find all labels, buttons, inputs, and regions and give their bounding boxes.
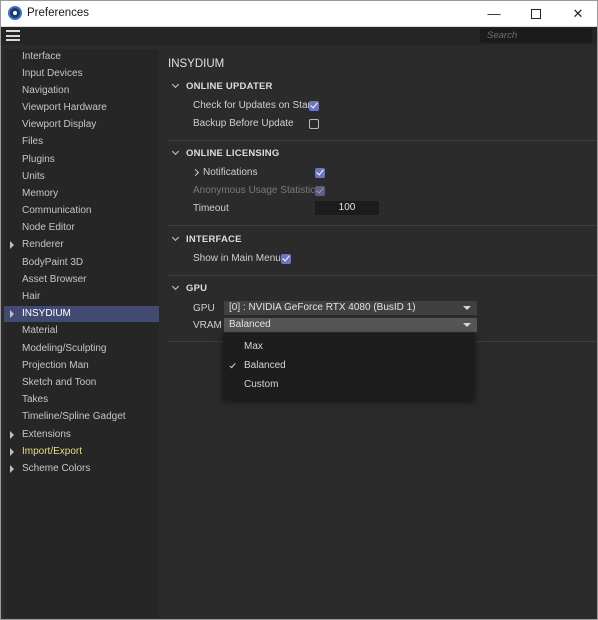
anonymous-usage-label: Anonymous Usage Statistics	[193, 185, 321, 196]
toolbar	[0, 27, 598, 45]
maximize-button[interactable]	[516, 0, 556, 27]
minimize-button[interactable]: —	[474, 0, 514, 27]
show-in-main-menu-checkbox[interactable]	[281, 254, 291, 264]
timeout-label: Timeout	[193, 203, 229, 214]
sidebar-item-sketch-and-toon[interactable]: Sketch and Toon	[4, 375, 159, 391]
expand-arrow-icon[interactable]	[10, 431, 14, 439]
vram-label: VRAM	[193, 320, 222, 331]
sidebar-item-import-export[interactable]: Import/Export	[4, 444, 159, 460]
sidebar-item-viewport-display[interactable]: Viewport Display	[4, 117, 159, 133]
expand-arrow-icon[interactable]	[10, 448, 14, 456]
sidebar-item-takes[interactable]: Takes	[4, 392, 159, 408]
sidebar-item-asset-browser[interactable]: Asset Browser	[4, 272, 159, 288]
sidebar-item-units[interactable]: Units	[4, 169, 159, 185]
close-icon: ✕	[572, 6, 584, 21]
sidebar-item-files[interactable]: Files	[4, 134, 159, 150]
check-updates-label: Check for Updates on Start	[193, 100, 314, 111]
vram-option-balanced[interactable]: Balanced	[223, 357, 475, 375]
sidebar-item-extensions[interactable]: Extensions	[4, 427, 159, 443]
backup-label: Backup Before Update	[193, 118, 294, 129]
cinema4d-app-icon	[8, 6, 22, 20]
section-divider	[167, 140, 598, 141]
chevron-down-icon[interactable]	[173, 235, 180, 242]
check-updates-checkbox[interactable]	[309, 101, 319, 111]
sidebar-item-viewport-hardware[interactable]: Viewport Hardware	[4, 100, 159, 116]
sidebar-item-memory[interactable]: Memory	[4, 186, 159, 202]
backup-checkbox[interactable]	[309, 119, 319, 129]
sidebar-item-bodypaint-3d[interactable]: BodyPaint 3D	[4, 255, 159, 271]
hamburger-menu-icon[interactable]	[6, 30, 20, 41]
sidebar-item-projection-man[interactable]: Projection Man	[4, 358, 159, 374]
sidebar-item-plugins[interactable]: Plugins	[4, 152, 159, 168]
section-online-updater-title[interactable]: ONLINE UPDATER	[186, 81, 273, 92]
chevron-down-icon	[463, 323, 471, 327]
sidebar-item-navigation[interactable]: Navigation	[4, 83, 159, 99]
sidebar-item-hair[interactable]: Hair	[4, 289, 159, 305]
window-title: Preferences	[27, 7, 90, 19]
sidebar-item-communication[interactable]: Communication	[4, 203, 159, 219]
vram-select[interactable]: Balanced	[224, 318, 477, 332]
chevron-right-icon[interactable]	[191, 168, 200, 177]
close-button[interactable]: ✕	[558, 0, 598, 27]
sidebar-item-timeline-spline-gadget[interactable]: Timeline/Spline Gadget	[4, 409, 159, 425]
notifications-checkbox[interactable]	[315, 168, 325, 178]
sidebar-item-modeling-sculpting[interactable]: Modeling/Sculpting	[4, 341, 159, 357]
sidebar: Interface Input Devices Navigation Viewp…	[4, 49, 159, 617]
anonymous-usage-checkbox	[315, 186, 325, 196]
sidebar-item-insydium[interactable]: INSYDIUM	[4, 306, 159, 322]
checkmark-icon	[229, 361, 236, 369]
section-divider	[167, 275, 598, 276]
vram-dropdown-menu: Max Balanced Custom	[223, 333, 475, 400]
section-divider	[167, 225, 598, 226]
expand-arrow-icon[interactable]	[10, 310, 14, 318]
sidebar-item-node-editor[interactable]: Node Editor	[4, 220, 159, 236]
notifications-label[interactable]: Notifications	[203, 167, 257, 178]
chevron-down-icon[interactable]	[173, 82, 180, 89]
gpu-select[interactable]: [0] : NVIDIA GeForce RTX 4080 (BusID 1)	[224, 301, 477, 315]
timeout-field[interactable]: 100	[315, 201, 379, 215]
title-bar: Preferences — ✕	[0, 0, 598, 27]
sidebar-item-renderer[interactable]: Renderer	[4, 237, 159, 253]
show-in-main-menu-label: Show in Main Menu	[193, 253, 281, 264]
expand-arrow-icon[interactable]	[10, 465, 14, 473]
sidebar-item-scheme-colors[interactable]: Scheme Colors	[4, 461, 159, 477]
vram-option-custom[interactable]: Custom	[223, 376, 475, 394]
chevron-down-icon[interactable]	[173, 284, 180, 291]
sidebar-item-input-devices[interactable]: Input Devices	[4, 66, 159, 82]
chevron-down-icon	[463, 306, 471, 310]
sidebar-item-interface[interactable]: Interface	[4, 49, 159, 65]
vram-option-max[interactable]: Max	[223, 338, 475, 356]
gpu-label: GPU	[193, 303, 215, 314]
section-interface-title[interactable]: INTERFACE	[186, 234, 242, 245]
section-gpu-title[interactable]: GPU	[186, 283, 207, 294]
page-title: INSYDIUM	[168, 58, 225, 70]
sidebar-item-material[interactable]: Material	[4, 323, 159, 339]
expand-arrow-icon[interactable]	[10, 241, 14, 249]
chevron-down-icon[interactable]	[173, 149, 180, 156]
minimize-icon: —	[487, 6, 501, 21]
maximize-icon	[531, 8, 541, 19]
section-online-licensing-title[interactable]: ONLINE LICENSING	[186, 148, 279, 159]
search-input[interactable]	[480, 28, 592, 43]
